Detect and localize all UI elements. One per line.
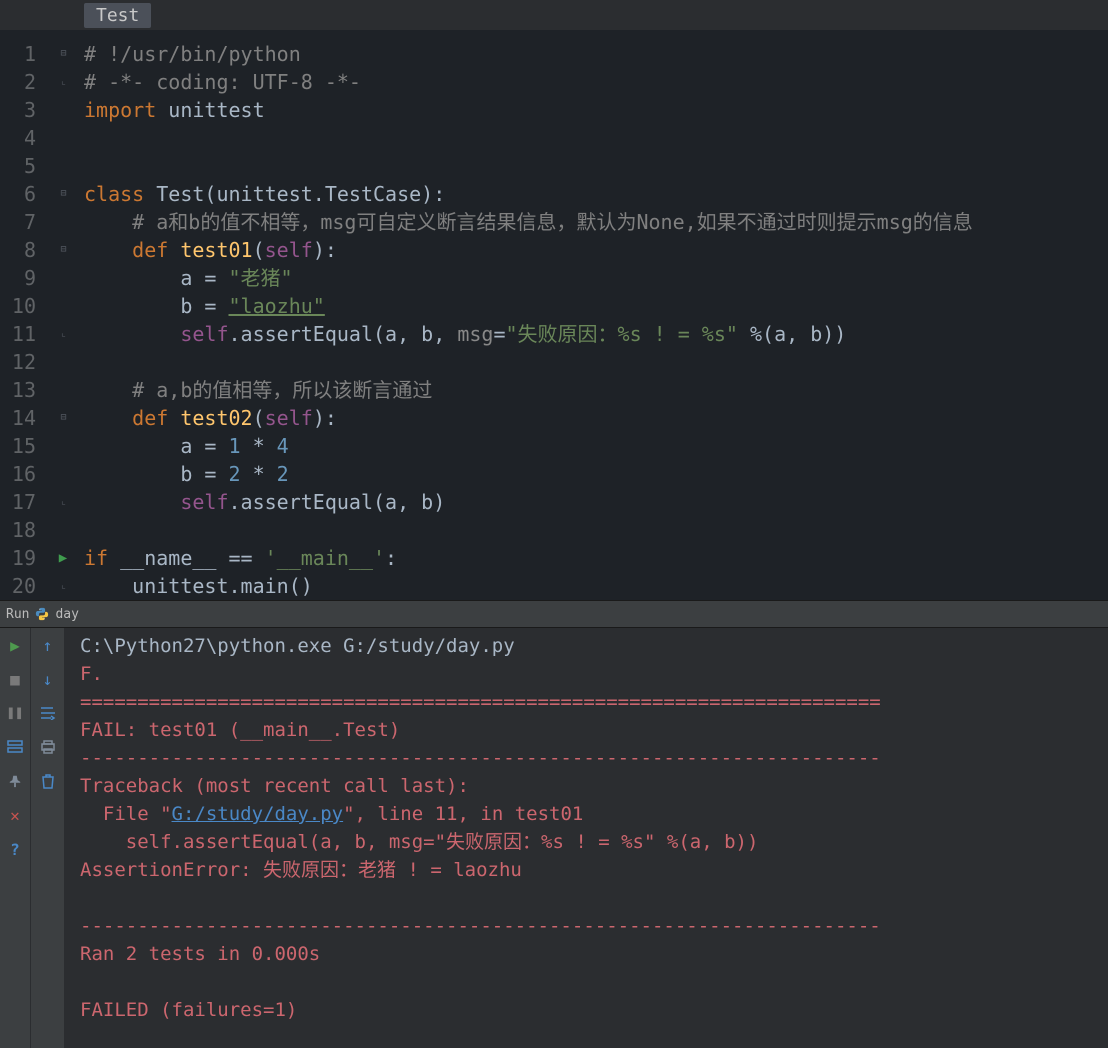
code-editor[interactable]: 1234567891011121314151617181920 ⊟⌞⊟⊟⌞⊟⌞▶… [0, 30, 1108, 600]
fold-open-icon[interactable]: ⊟ [60, 404, 65, 432]
pause-button[interactable]: ❚❚ [4, 702, 26, 724]
code-line[interactable]: # a和b的值不相等，msg可自定义断言结果信息，默认为None,如果不通过时则… [84, 208, 1108, 236]
run-gutter-icon[interactable]: ▶ [59, 544, 67, 572]
breadcrumb-tag[interactable]: Test [84, 3, 151, 28]
fold-open-icon[interactable]: ⊟ [60, 40, 65, 68]
line-number-gutter: 1234567891011121314151617181920 [0, 30, 42, 600]
code-line[interactable]: # a,b的值相等，所以该断言通过 [84, 376, 1108, 404]
code-line[interactable]: b = "laozhu" [84, 292, 1108, 320]
console-output[interactable]: C:\Python27\python.exe G:/study/day.pyF.… [64, 628, 1108, 1048]
code-line[interactable]: unittest.main() [84, 572, 1108, 600]
code-line[interactable]: # -*- coding: UTF-8 -*- [84, 68, 1108, 96]
code-line[interactable] [84, 152, 1108, 180]
code-line[interactable]: import unittest [84, 96, 1108, 124]
code-line[interactable]: # !/usr/bin/python [84, 40, 1108, 68]
code-line[interactable]: def test02(self): [84, 404, 1108, 432]
code-line[interactable]: def test01(self): [84, 236, 1108, 264]
fold-open-icon[interactable]: ⊟ [60, 180, 65, 208]
code-line[interactable]: self.assertEqual(a, b, msg="失败原因：%s ! = … [84, 320, 1108, 348]
fold-end-icon[interactable]: ⌞ [60, 68, 65, 96]
help-button[interactable]: ? [4, 838, 26, 860]
run-tools-secondary: ↑ ↓ [30, 628, 64, 1048]
fold-end-icon[interactable]: ⌞ [60, 320, 65, 348]
fold-gutter: ⊟⌞⊟⊟⌞⊟⌞▶⌞ [42, 30, 84, 600]
code-line[interactable] [84, 348, 1108, 376]
layout-button[interactable] [4, 736, 26, 758]
stop-button[interactable]: ■ [4, 668, 26, 690]
print-button[interactable] [37, 736, 59, 758]
run-config-name: day [55, 607, 78, 622]
code-line[interactable]: if __name__ == '__main__': [84, 544, 1108, 572]
run-panel-body: ▶ ■ ❚❚ ✕ ? ↑ ↓ C:\Python27\python.exe G:… [0, 628, 1108, 1048]
code-line[interactable]: a = "老猪" [84, 264, 1108, 292]
code-line[interactable]: b = 2 * 2 [84, 460, 1108, 488]
scroll-down-button[interactable]: ↓ [37, 668, 59, 690]
run-tools-primary: ▶ ■ ❚❚ ✕ ? [0, 628, 30, 1048]
breadcrumb-bar: Test [0, 0, 1108, 30]
code-line[interactable]: class Test(unittest.TestCase): [84, 180, 1108, 208]
rerun-button[interactable]: ▶ [4, 634, 26, 656]
code-line[interactable] [84, 124, 1108, 152]
fold-end-icon[interactable]: ⌞ [60, 488, 65, 516]
fold-end-icon[interactable]: ⌞ [60, 572, 65, 600]
scroll-up-button[interactable]: ↑ [37, 634, 59, 656]
run-panel-header[interactable]: Run day [0, 600, 1108, 628]
fold-open-icon[interactable]: ⊟ [60, 236, 65, 264]
python-icon [35, 607, 49, 621]
code-line[interactable]: self.assertEqual(a, b) [84, 488, 1108, 516]
pin-button[interactable] [4, 770, 26, 792]
code-area[interactable]: # !/usr/bin/python# -*- coding: UTF-8 -*… [84, 30, 1108, 600]
traceback-file-link[interactable]: G:/study/day.py [172, 803, 344, 825]
soft-wrap-button[interactable] [37, 702, 59, 724]
run-panel-label: Run [6, 607, 29, 622]
clear-all-button[interactable] [37, 770, 59, 792]
code-line[interactable]: a = 1 * 4 [84, 432, 1108, 460]
code-line[interactable] [84, 516, 1108, 544]
close-button[interactable]: ✕ [4, 804, 26, 826]
